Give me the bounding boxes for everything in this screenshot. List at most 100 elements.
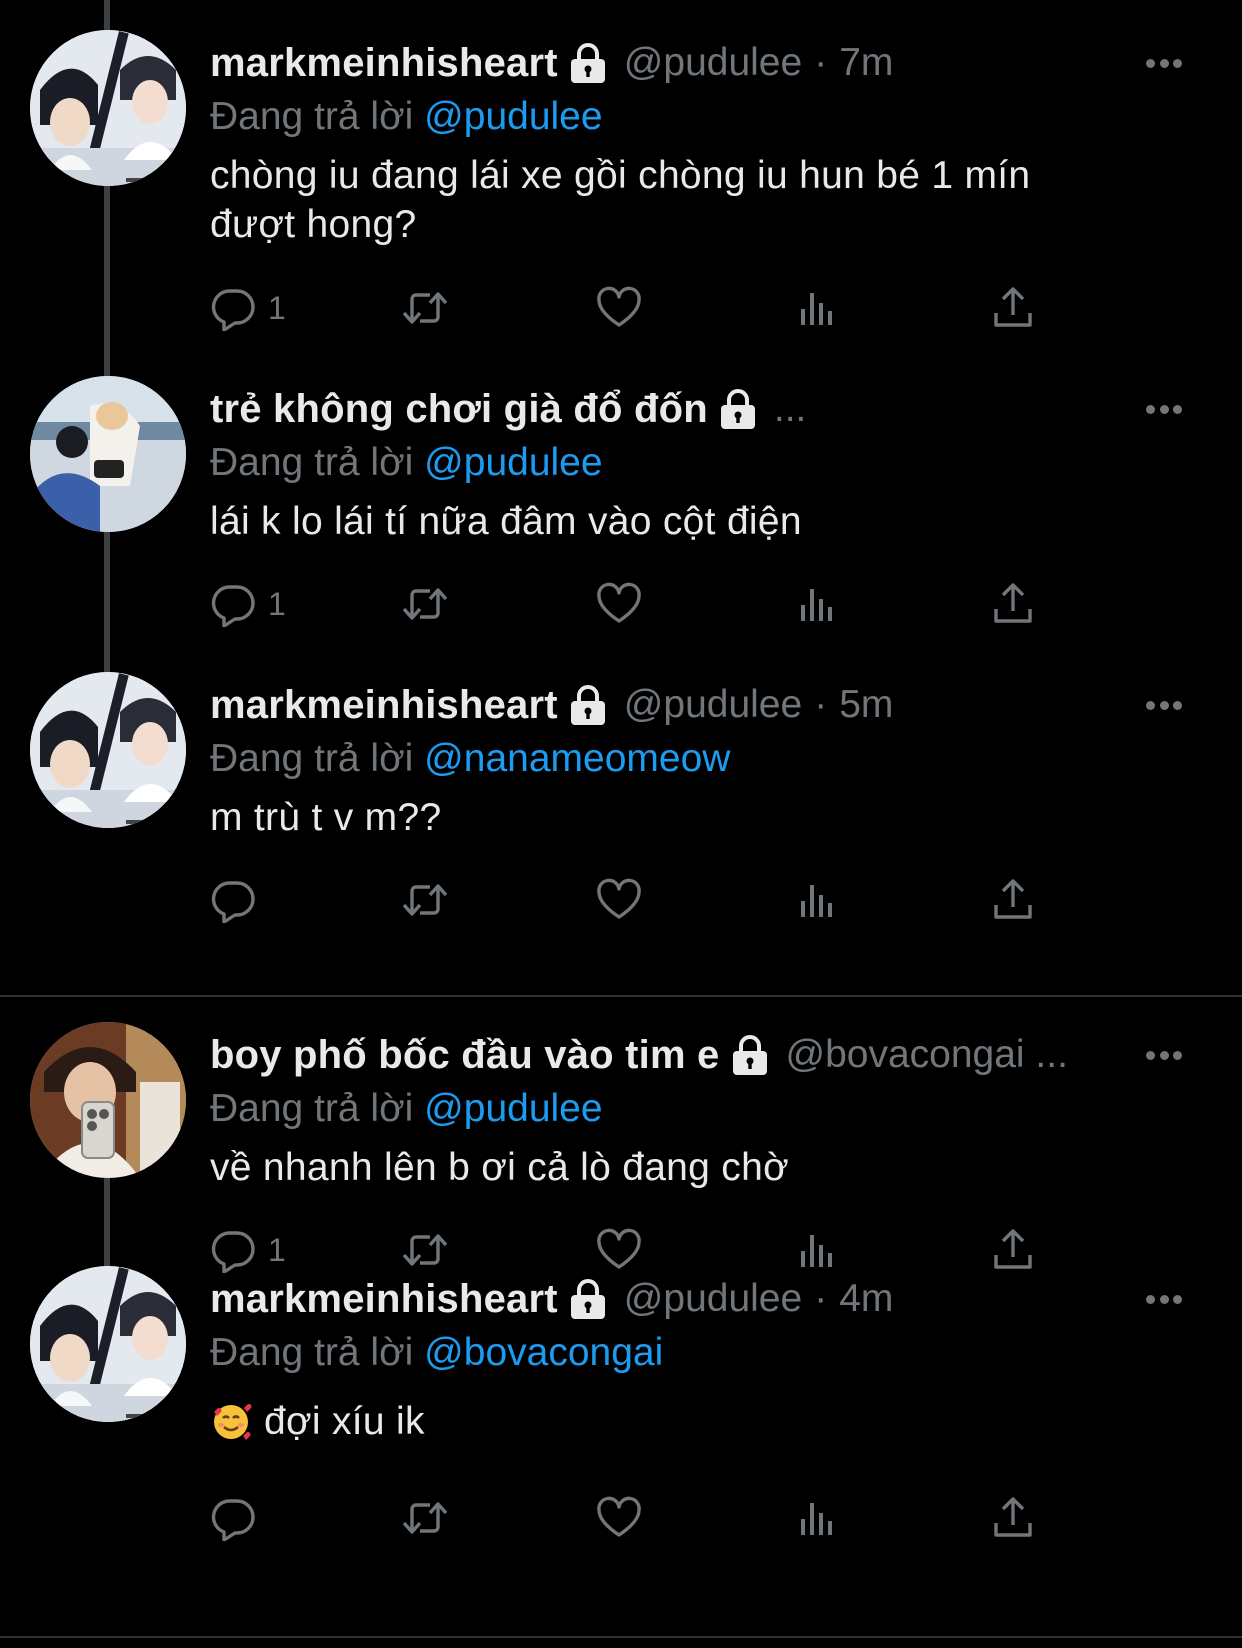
reply-button[interactable]: 1 bbox=[210, 1222, 286, 1278]
share-button[interactable] bbox=[990, 1490, 1036, 1546]
reply-handle[interactable]: @pudulee bbox=[424, 441, 602, 484]
reply-handle[interactable]: @pudulee bbox=[424, 95, 602, 138]
tweet-header: markmeinhisheart @pudulee · 4m bbox=[210, 1271, 1182, 1327]
like-button[interactable] bbox=[596, 280, 642, 336]
lock-icon bbox=[568, 684, 608, 726]
reply-handle[interactable]: @nanameomeow bbox=[424, 737, 730, 780]
tweet-header: trẻ không chơi già đổ đốn ... bbox=[210, 381, 1182, 437]
share-button[interactable] bbox=[990, 576, 1036, 632]
reply-icon bbox=[210, 877, 256, 923]
reply-icon bbox=[210, 1227, 256, 1273]
reply-prefix: Đang trả lời bbox=[210, 441, 414, 484]
display-name[interactable]: boy phố bốc đầu vào tim e bbox=[210, 1033, 720, 1078]
reply-prefix: Đang trả lời bbox=[210, 1331, 414, 1374]
more-icon[interactable] bbox=[1146, 699, 1182, 711]
separator: · bbox=[814, 41, 828, 84]
reply-count: 1 bbox=[268, 289, 286, 326]
share-button[interactable] bbox=[990, 280, 1036, 336]
views-icon bbox=[794, 581, 840, 627]
tweet-header: markmeinhisheart @pudulee · 5m bbox=[210, 677, 1182, 733]
share-button[interactable] bbox=[990, 1222, 1036, 1278]
reply-count: 1 bbox=[268, 585, 286, 622]
handle[interactable]: @pudulee bbox=[624, 41, 802, 85]
handle[interactable]: @pudulee bbox=[624, 1277, 802, 1321]
reply-button[interactable]: 1 bbox=[210, 280, 286, 336]
handle-truncated[interactable]: @bovacongai ... bbox=[786, 1033, 1068, 1077]
lock-icon bbox=[730, 1034, 770, 1076]
retweet-icon bbox=[402, 285, 448, 331]
timestamp[interactable]: 7m bbox=[839, 41, 893, 85]
reply-prefix: Đang trả lời bbox=[210, 737, 414, 780]
share-icon bbox=[990, 877, 1036, 923]
reply-button[interactable] bbox=[210, 1490, 268, 1546]
avatar[interactable] bbox=[30, 672, 186, 828]
views-button[interactable] bbox=[794, 280, 840, 336]
heart-icon bbox=[596, 1495, 642, 1541]
retweet-button[interactable] bbox=[402, 576, 448, 632]
share-button[interactable] bbox=[990, 872, 1036, 928]
display-name[interactable]: markmeinhisheart bbox=[210, 1277, 558, 1322]
views-icon bbox=[794, 1227, 840, 1273]
thread-line bbox=[104, 186, 110, 376]
tweet-text: lái k lo lái tí nữa đâm vào cột điện bbox=[210, 497, 1182, 546]
avatar[interactable] bbox=[30, 1022, 186, 1178]
views-button[interactable] bbox=[794, 1222, 840, 1278]
heart-icon bbox=[596, 581, 642, 627]
display-name[interactable]: trẻ không chơi già đổ đốn bbox=[210, 387, 708, 432]
timestamp[interactable]: 4m bbox=[839, 1277, 893, 1321]
handle[interactable]: @pudulee bbox=[624, 683, 802, 727]
share-icon bbox=[990, 285, 1036, 331]
retweet-icon bbox=[402, 1227, 448, 1273]
timeline: markmeinhisheart @pudulee · 7m Đang trả … bbox=[0, 0, 1242, 1648]
reply-handle[interactable]: @bovacongai bbox=[424, 1331, 663, 1374]
tweet-text-line: đợi xíu ik bbox=[264, 1400, 425, 1443]
display-name[interactable]: markmeinhisheart bbox=[210, 41, 558, 86]
heart-icon bbox=[596, 285, 642, 331]
more-icon[interactable] bbox=[1146, 57, 1182, 69]
retweet-button[interactable] bbox=[402, 1222, 448, 1278]
retweet-icon bbox=[402, 581, 448, 627]
reply-icon bbox=[210, 285, 256, 331]
retweet-button[interactable] bbox=[402, 872, 448, 928]
views-button[interactable] bbox=[794, 1490, 840, 1546]
retweet-button[interactable] bbox=[402, 1490, 448, 1546]
reply-button[interactable]: 1 bbox=[210, 576, 286, 632]
like-button[interactable] bbox=[596, 872, 642, 928]
tweet-header: markmeinhisheart @pudulee · 7m bbox=[210, 35, 1182, 91]
separator: · bbox=[814, 683, 828, 726]
reply-handle[interactable]: @pudulee bbox=[424, 1087, 602, 1130]
tweet-text: về nhanh lên b ơi cả lò đang chờ bbox=[210, 1143, 1182, 1192]
more-icon[interactable] bbox=[1146, 403, 1182, 415]
views-button[interactable] bbox=[794, 576, 840, 632]
display-name[interactable]: markmeinhisheart bbox=[210, 683, 558, 728]
tweet-actions: 1 bbox=[210, 1222, 1090, 1278]
like-button[interactable] bbox=[596, 1490, 642, 1546]
reply-button[interactable] bbox=[210, 872, 268, 928]
views-button[interactable] bbox=[794, 872, 840, 928]
retweet-button[interactable] bbox=[402, 280, 448, 336]
like-button[interactable] bbox=[596, 576, 642, 632]
more-icon[interactable] bbox=[1146, 1049, 1182, 1061]
views-icon bbox=[794, 877, 840, 923]
retweet-icon bbox=[402, 1495, 448, 1541]
reply-prefix: Đang trả lời bbox=[210, 1087, 414, 1130]
reply-icon bbox=[210, 581, 256, 627]
timestamp[interactable]: 5m bbox=[839, 683, 893, 727]
share-icon bbox=[990, 581, 1036, 627]
more-icon[interactable] bbox=[1146, 1293, 1182, 1305]
tweet-actions bbox=[210, 1490, 1090, 1546]
like-button[interactable] bbox=[596, 1222, 642, 1278]
reply-context: Đang trả lời @nanameomeow bbox=[210, 733, 1182, 785]
separator: · bbox=[814, 1277, 828, 1320]
handle-truncated[interactable]: ... bbox=[774, 387, 807, 431]
share-icon bbox=[990, 1495, 1036, 1541]
avatar[interactable] bbox=[30, 376, 186, 532]
tweet-text-line: m trù t v m?? bbox=[210, 796, 442, 839]
thread-line bbox=[104, 530, 110, 672]
avatar[interactable] bbox=[30, 30, 186, 186]
thread-line bbox=[104, 0, 110, 30]
avatar[interactable] bbox=[30, 1266, 186, 1422]
tweet-text-line: về nhanh lên b ơi cả lò đang chờ bbox=[210, 1146, 789, 1189]
reply-context: Đang trả lời @bovacongai bbox=[210, 1327, 1182, 1379]
heart-icon bbox=[596, 1227, 642, 1273]
